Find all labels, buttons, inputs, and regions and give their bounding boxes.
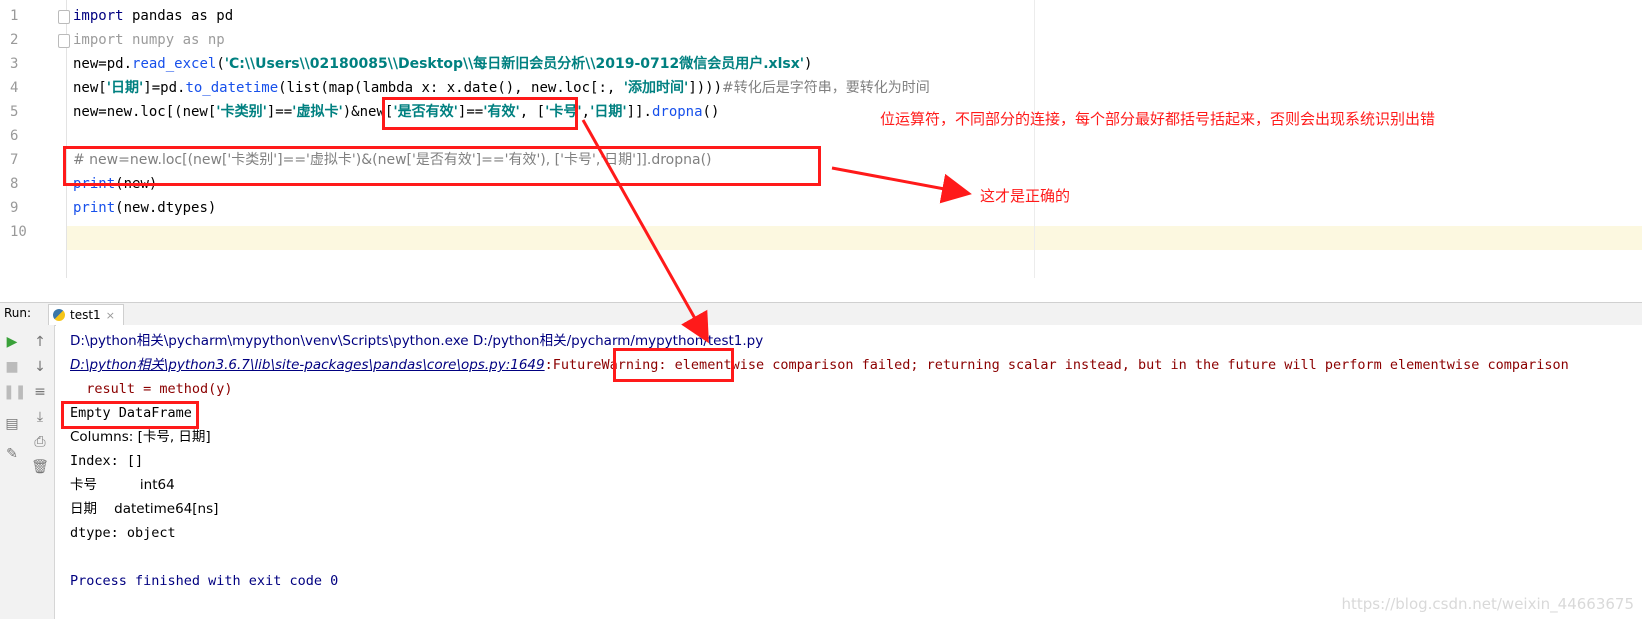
pin-icon[interactable]: ✎ bbox=[3, 445, 21, 463]
line-number: 7 bbox=[10, 152, 19, 168]
scroll-down-icon[interactable]: ↓ bbox=[31, 358, 49, 376]
scroll-to-end-icon[interactable]: ⤓ bbox=[31, 408, 49, 426]
line-number: 10 bbox=[10, 224, 27, 240]
run-tab-test1[interactable]: test1 × bbox=[48, 304, 124, 325]
line-number: 6 bbox=[10, 128, 19, 144]
console-process-finished: Process finished with exit code 0 bbox=[70, 573, 339, 589]
close-tab-icon[interactable]: × bbox=[106, 309, 115, 322]
rerun-play-icon[interactable]: ▶ bbox=[3, 333, 21, 351]
code-editor[interactable]: 1 2 3 4 5 6 7 8 9 10 import pandas as pd… bbox=[0, 0, 1642, 278]
line-number: 3 bbox=[10, 56, 19, 72]
run-console-output[interactable]: D:\python相关\pycharm\mypython\venv\Script… bbox=[56, 325, 1642, 619]
console-index: Index: [] bbox=[70, 453, 144, 469]
stop-icon[interactable]: ■ bbox=[3, 358, 21, 376]
run-tab-label: test1 bbox=[70, 308, 101, 322]
print-icon[interactable]: ⎙ bbox=[31, 433, 49, 451]
scroll-up-icon[interactable]: ↑ bbox=[31, 333, 49, 351]
line-number-gutter: 1 2 3 4 5 6 7 8 9 10 bbox=[0, 0, 70, 278]
console-dtype-row: 日期 datetime64[ns] bbox=[70, 501, 219, 517]
annotation-box-correct-line bbox=[63, 146, 821, 186]
annotation-box-futurewarning bbox=[613, 348, 734, 382]
code-line-1: import pandas as pd bbox=[73, 8, 234, 24]
trash-icon[interactable]: 🗑 bbox=[31, 458, 49, 476]
warning-file-link[interactable]: D:\python相关\python3.6.7\lib\site-package… bbox=[70, 357, 545, 373]
pause-icon[interactable]: ❚❚ bbox=[3, 383, 26, 401]
fold-marker-icon[interactable] bbox=[58, 10, 70, 24]
annotation-box-condition bbox=[382, 97, 578, 130]
run-label: Run: bbox=[4, 306, 32, 320]
current-line-highlight bbox=[0, 226, 1642, 250]
console-warning-line: D:\python相关\python3.6.7\lib\site-package… bbox=[70, 357, 1569, 373]
python-file-icon bbox=[53, 309, 65, 321]
code-line-2: import numpy as np bbox=[73, 32, 225, 48]
fold-marker-icon[interactable] bbox=[58, 34, 70, 48]
console-dtype-footer: dtype: object bbox=[70, 525, 176, 541]
soft-wrap-icon[interactable]: ≡ bbox=[31, 383, 49, 401]
line-number: 5 bbox=[10, 104, 19, 120]
run-toolbar: ▶ ■ ❚❚ ▤ ✎ ↑ ↓ ≡ ⤓ ⎙ 🗑 bbox=[0, 325, 55, 619]
line-number: 1 bbox=[10, 8, 19, 24]
line-number: 2 bbox=[10, 32, 19, 48]
annotation-note-operator: 位运算符，不同部分的连接，每个部分最好都括号括起来，否则会出现系统识别出错 bbox=[880, 110, 1436, 128]
line-number: 8 bbox=[10, 176, 19, 192]
watermark: https://blog.csdn.net/weixin_44663675 bbox=[1341, 595, 1634, 613]
console-dtype-row: 卡号 int64 bbox=[70, 477, 175, 493]
layout-icon[interactable]: ▤ bbox=[3, 415, 21, 433]
code-line-9: print(new.dtypes) bbox=[73, 200, 217, 216]
console-result-line: result = method(y) bbox=[70, 381, 233, 397]
line-number: 4 bbox=[10, 80, 19, 96]
code-line-3: new=pd.read_excel('C:\\Users\\02180085\\… bbox=[73, 56, 813, 72]
right-margin-guide bbox=[1034, 0, 1035, 278]
run-panel-header: Run: test1 × bbox=[0, 302, 1642, 326]
annotation-box-empty-dataframe bbox=[61, 401, 199, 429]
annotation-note-correct: 这才是正确的 bbox=[980, 187, 1071, 205]
line-number: 9 bbox=[10, 200, 19, 216]
